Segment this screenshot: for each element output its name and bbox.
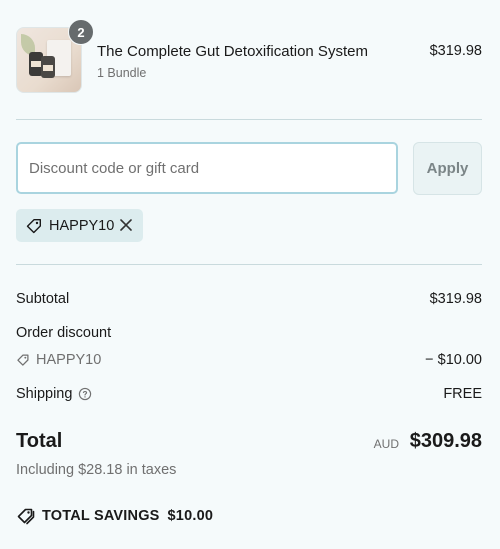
thumbnail-jar — [41, 56, 55, 78]
close-icon[interactable] — [118, 217, 134, 233]
discount-detail: HAPPY10 — [16, 352, 101, 368]
taxes-note: Including $28.18 in taxes — [16, 462, 177, 478]
shipping-label-group: Shipping — [16, 386, 92, 402]
product-variant: 1 Bundle — [97, 66, 147, 80]
applied-discount-tag: HAPPY10 — [16, 209, 143, 242]
tag-icon — [17, 354, 29, 366]
discount-code-label: HAPPY10 — [36, 352, 102, 368]
subtotal-label: Subtotal — [16, 291, 70, 307]
tag-icon — [26, 218, 41, 233]
divider — [16, 264, 482, 265]
product-price: $319.98 — [429, 43, 482, 59]
order-discount-label: Order discount — [16, 325, 112, 341]
subtotal-value: $319.98 — [429, 291, 482, 307]
product-thumbnail: 2 — [16, 19, 94, 93]
discount-code-input[interactable] — [16, 142, 398, 194]
double-tag-icon — [17, 508, 35, 525]
total-value: $309.98 — [409, 430, 482, 452]
applied-discount-code: HAPPY10 — [49, 217, 115, 234]
savings-value: $10.00 — [167, 508, 214, 524]
apply-button[interactable]: Apply — [413, 142, 482, 195]
product-name: The Complete Gut Detoxification System — [97, 43, 368, 60]
shipping-label: Shipping — [16, 386, 73, 402]
divider — [16, 119, 482, 120]
shipping-value: FREE — [443, 386, 482, 402]
total-savings: TOTAL SAVINGS $10.00 — [16, 506, 213, 526]
question-circle-icon[interactable] — [78, 387, 92, 401]
total-label: Total — [16, 430, 63, 452]
savings-label: TOTAL SAVINGS — [42, 508, 160, 524]
total-currency: AUD — [373, 437, 399, 451]
line-item: 2 The Complete Gut Detoxification System… — [16, 19, 482, 93]
discount-amount: − $10.00 — [425, 352, 482, 368]
quantity-badge: 2 — [68, 19, 94, 45]
